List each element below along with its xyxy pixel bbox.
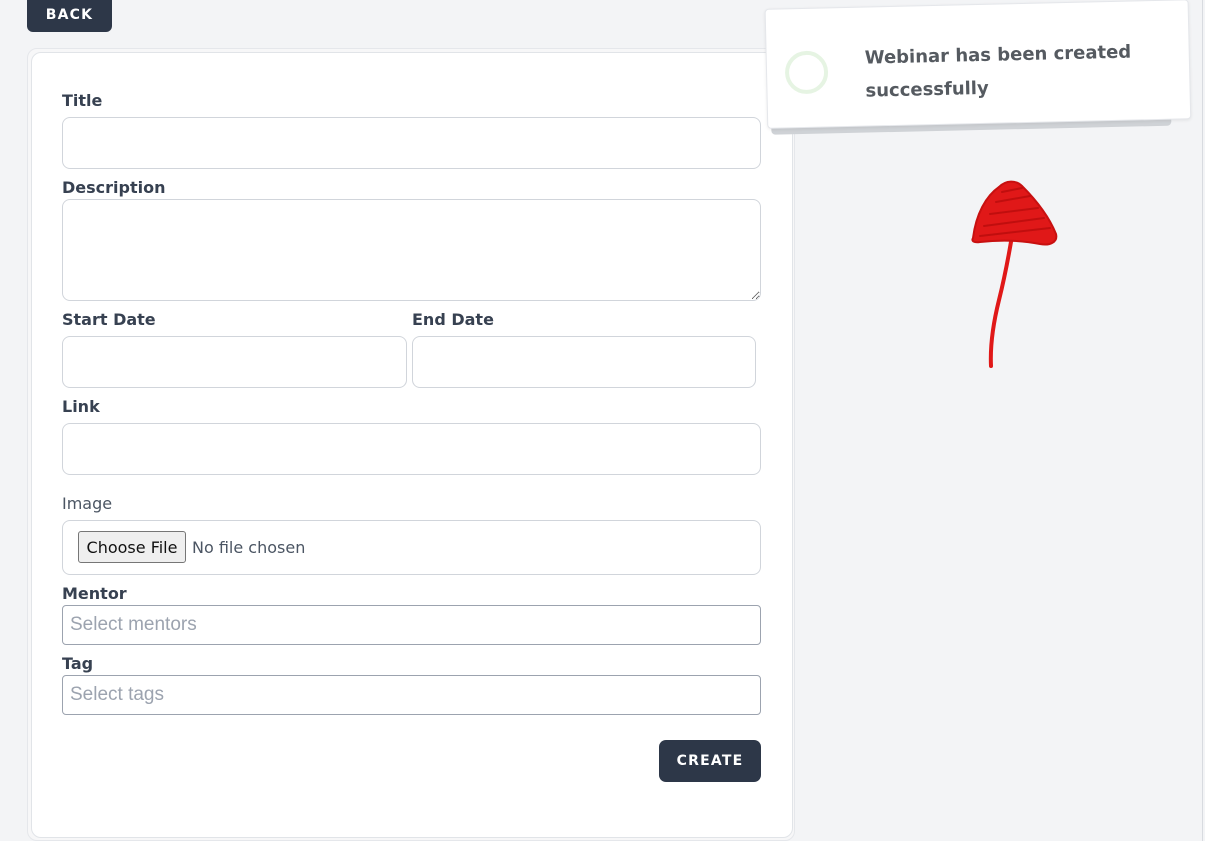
title-input[interactable] bbox=[62, 117, 761, 169]
link-input[interactable] bbox=[62, 423, 761, 475]
description-textarea[interactable] bbox=[62, 199, 761, 301]
red-arrow-scribble bbox=[979, 187, 1051, 237]
tag-select-placeholder: Select tags bbox=[70, 684, 164, 705]
mentor-select-placeholder: Select mentors bbox=[70, 614, 197, 635]
mentor-select[interactable]: Select mentors bbox=[62, 605, 761, 645]
red-arrow-shaft bbox=[988, 234, 1014, 368]
title-label: Title bbox=[62, 91, 103, 110]
mentor-label: Mentor bbox=[62, 584, 127, 603]
start-date-input[interactable] bbox=[62, 336, 407, 388]
tag-select[interactable]: Select tags bbox=[62, 675, 761, 715]
tag-label: Tag bbox=[62, 654, 94, 673]
link-label: Link bbox=[62, 397, 100, 416]
red-arrow-icon bbox=[971, 180, 1058, 368]
end-date-label: End Date bbox=[412, 310, 494, 329]
start-date-label: Start Date bbox=[62, 310, 156, 329]
choose-file-button[interactable]: Choose File bbox=[78, 531, 186, 563]
image-file-input[interactable]: Choose File No file chosen bbox=[62, 520, 761, 575]
back-button[interactable]: BACK bbox=[27, 0, 112, 32]
image-label: Image bbox=[62, 494, 113, 513]
success-circle-icon bbox=[784, 50, 829, 95]
create-button[interactable]: CREATE bbox=[659, 740, 761, 782]
toast-message: Webinar has been created successfully bbox=[864, 41, 1132, 102]
file-status-text: No file chosen bbox=[192, 538, 306, 557]
page: BACK Title Description Start Date End Da… bbox=[0, 0, 1205, 841]
description-label: Description bbox=[62, 178, 166, 197]
toast-notification: Webinar has been created successfully bbox=[764, 0, 1196, 140]
red-arrow-head bbox=[971, 180, 1058, 246]
end-date-input[interactable] bbox=[412, 336, 756, 388]
page-right-border bbox=[1202, 0, 1203, 841]
toast-body[interactable]: Webinar has been created successfully bbox=[764, 0, 1192, 129]
